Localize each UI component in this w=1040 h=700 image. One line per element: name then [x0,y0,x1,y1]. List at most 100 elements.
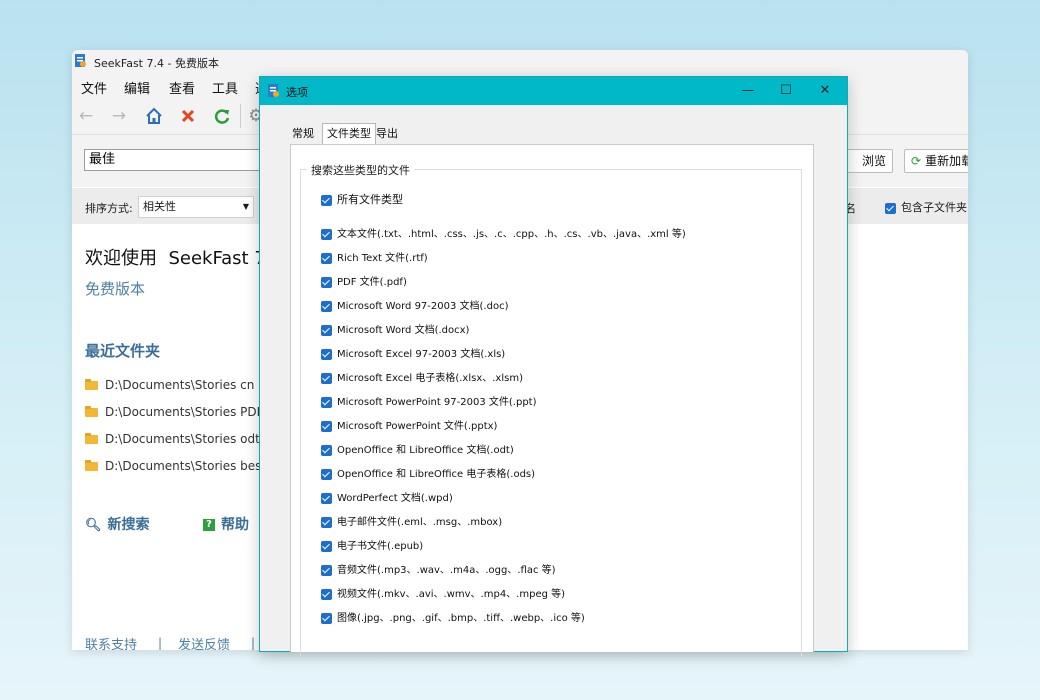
checkbox-checked[interactable] [321,276,332,288]
chevron-down-icon: ▼ [242,202,249,211]
sort-value: 相关性 [143,200,176,213]
checkbox-checked[interactable] [321,324,332,336]
help-icon: ? [203,519,215,531]
app-icon [75,54,86,67]
file-type-option[interactable]: Microsoft PowerPoint 97-2003 文件(.ppt) [321,393,537,408]
forward-arrow-icon[interactable]: → [109,106,129,126]
file-type-option[interactable]: Microsoft Word 文档(.docx) [321,321,469,336]
back-arrow-icon[interactable]: ← [76,106,96,126]
option-label: Microsoft Word 97-2003 文档(.doc) [337,301,509,312]
file-type-option[interactable]: WordPerfect 文档(.wpd) [321,489,453,504]
checkbox-checked[interactable] [321,252,332,264]
folder-icon [85,433,98,444]
help-link[interactable]: ? 帮助 [203,514,249,534]
refresh-icon[interactable] [212,106,232,126]
file-type-option[interactable]: PDF 文件(.pdf) [321,273,407,288]
main-window-title: SeekFast 7.4 - 免费版本 [94,57,219,70]
checkbox-checked[interactable] [321,228,332,240]
file-type-option[interactable]: Microsoft Excel 电子表格(.xlsx、.xlsm) [321,369,523,384]
menu-file[interactable]: 文件 [81,78,107,97]
checkbox-checked[interactable] [321,540,332,552]
folder-icon [85,406,98,417]
checkbox-checked[interactable] [321,420,332,432]
file-types-group: 搜索这些类型的文件 所有文件类型 文本文件(.txt、.html、.css、.j… [300,162,802,656]
recent-folder-item[interactable]: D:\Documents\Stories odt [85,432,260,446]
option-label: 文本文件(.txt、.html、.css、.js、.c、.cpp、.h、.cs、… [337,229,686,240]
tab-general[interactable]: 常规 [288,125,318,143]
new-search-link[interactable]: 🔍︎ 新搜索 [85,514,150,534]
option-label: 音频文件(.mp3、.wav、.m4a、.ogg、.flac 等) [337,565,556,576]
recent-folder-item[interactable]: D:\Documents\Stories cn [85,378,254,392]
file-type-option[interactable]: 音频文件(.mp3、.wav、.m4a、.ogg、.flac 等) [321,561,556,576]
tab-file-types[interactable]: 文件类型 [322,123,376,145]
file-types-panel: 搜索这些类型的文件 所有文件类型 文本文件(.txt、.html、.css、.j… [290,144,814,656]
cross-icon[interactable] [178,106,198,126]
file-type-option[interactable]: OpenOffice 和 LibreOffice 文档(.odt) [321,441,514,456]
welcome-heading: 欢迎使用 SeekFast 7 [85,244,266,270]
option-label: Microsoft Word 文档(.docx) [337,325,470,336]
option-label: PDF 文件(.pdf) [337,277,407,288]
recent-folder-item[interactable]: D:\Documents\Stories best [85,459,266,473]
sort-select[interactable]: 相关性 ▼ [138,196,254,218]
folder-path: D:\Documents\Stories odt [105,432,260,446]
folder-path: D:\Documents\Stories best [105,459,267,473]
option-label: 图像(.jpg、.png、.gif、.bmp、.tiff、.webp、.ico … [337,613,585,624]
all-types-option[interactable]: 所有文件类型 [321,191,403,207]
menu-tools[interactable]: 工具 [212,78,238,97]
checkbox-checked[interactable] [321,612,332,624]
sort-label: 排序方式: [85,202,133,215]
reload-label: 重新加载 [925,154,968,168]
checkbox-checked[interactable] [321,564,332,576]
contact-support-link[interactable]: 联系支持 [85,634,137,650]
welcome-prefix: 欢迎使用 [85,248,157,269]
send-feedback-link[interactable]: 发送反馈 [178,634,230,650]
option-label: 电子书文件(.epub) [337,541,424,552]
maximize-icon[interactable]: ☐ [771,80,801,102]
checkbox-checked[interactable] [321,194,332,206]
app-icon [268,84,279,97]
option-label: Microsoft PowerPoint 文件(.pptx) [337,421,498,432]
group-title: 搜索这些类型的文件 [307,162,414,178]
toolbar-separator [240,104,241,128]
tab-export[interactable]: 导出 [372,125,402,143]
reload-button[interactable]: ⟳ 重新加载 [904,149,968,173]
checkbox-checked[interactable] [321,588,332,600]
main-title-bar: SeekFast 7.4 - 免费版本 [72,50,968,74]
home-icon[interactable] [144,106,164,126]
file-type-option[interactable]: 电子邮件文件(.eml、.msg、.mbox) [321,513,502,528]
option-label: 所有文件类型 [337,193,403,206]
file-type-option[interactable]: 文本文件(.txt、.html、.css、.js、.c、.cpp、.h、.cs、… [321,225,686,240]
checkbox-checked[interactable] [321,444,332,456]
recent-folder-item[interactable]: D:\Documents\Stories PDF [85,405,264,419]
checkbox-checked[interactable] [321,348,332,360]
minimize-icon[interactable]: — [733,80,763,102]
option-label: 视频文件(.mkv、.avi、.wmv、.mp4、.mpeg 等) [337,589,566,600]
footer-separator: | [251,636,256,650]
subfolder-option[interactable]: 包含子文件夹 [885,199,967,215]
file-type-option[interactable]: Microsoft Word 97-2003 文档(.doc) [321,297,508,312]
subfolder-checkbox[interactable] [885,202,896,214]
welcome-app-name: SeekFast 7 [168,248,266,269]
subfolder-label: 包含子文件夹 [901,201,967,214]
menu-edit[interactable]: 编辑 [124,78,150,97]
checkbox-checked[interactable] [321,300,332,312]
file-type-option[interactable]: 视频文件(.mkv、.avi、.wmv、.mp4、.mpeg 等) [321,585,565,600]
checkbox-checked[interactable] [321,516,332,528]
option-label: 电子邮件文件(.eml、.msg、.mbox) [337,517,503,528]
file-type-option[interactable]: 图像(.jpg、.png、.gif、.bmp、.tiff、.webp、.ico … [321,609,585,624]
option-label: Microsoft PowerPoint 97-2003 文件(.ppt) [337,397,537,408]
file-type-option[interactable]: Microsoft Excel 97-2003 文档(.xls) [321,345,505,360]
new-search-label: 新搜索 [107,517,150,533]
checkbox-checked[interactable] [321,468,332,480]
file-type-option[interactable]: Microsoft PowerPoint 文件(.pptx) [321,417,497,432]
file-type-option[interactable]: OpenOffice 和 LibreOffice 电子表格(.ods) [321,465,535,480]
option-label: Microsoft Excel 电子表格(.xlsx、.xlsm) [337,373,523,384]
close-icon[interactable]: ✕ [810,80,840,102]
checkbox-checked[interactable] [321,396,332,408]
checkbox-checked[interactable] [321,372,332,384]
file-type-option[interactable]: Rich Text 文件(.rtf) [321,249,428,264]
dialog-title-bar: 选项 — ☐ ✕ [260,77,847,105]
file-type-option[interactable]: 电子书文件(.epub) [321,537,423,552]
menu-view[interactable]: 查看 [169,78,195,97]
checkbox-checked[interactable] [321,492,332,504]
